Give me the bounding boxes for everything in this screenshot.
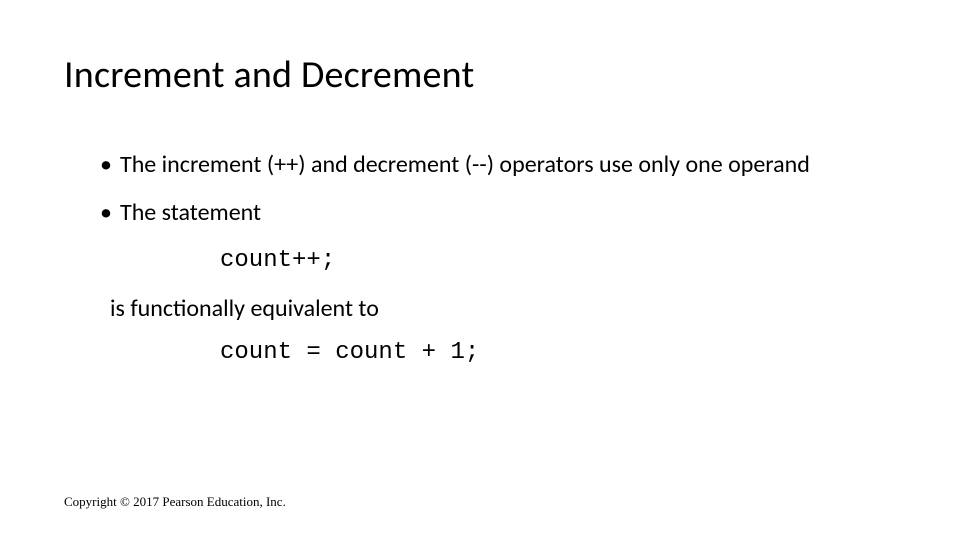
slide-body: The increment (++) and decrement (--) op… <box>100 150 880 386</box>
code-expanded: count = count + 1; <box>220 338 880 368</box>
code-increment: count++; <box>220 246 880 276</box>
bullet-1: The increment (++) and decrement (--) op… <box>100 150 880 180</box>
slide: Increment and Decrement The increment (+… <box>0 0 960 540</box>
slide-title: Increment and Decrement <box>64 52 474 98</box>
equivalence-text: is functionally equivalent to <box>110 294 880 324</box>
bullet-2: The statement <box>100 198 880 228</box>
copyright-footer: Copyright © 2017 Pearson Education, Inc. <box>64 494 286 510</box>
